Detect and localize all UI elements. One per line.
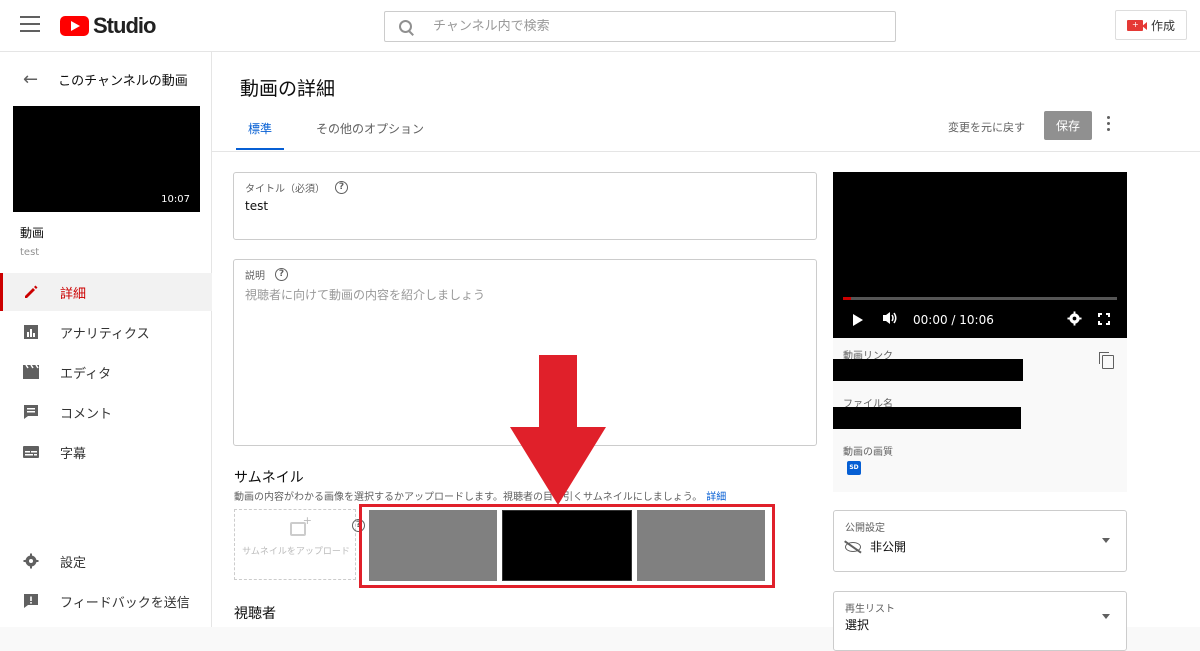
page-title: 動画の詳細 <box>240 78 336 100</box>
studio-logo[interactable]: Studio <box>60 13 156 39</box>
visibility-select[interactable]: 公開設定 非公開 <box>833 510 1127 572</box>
progress-bar[interactable] <box>843 297 1117 300</box>
analytics-icon <box>22 323 40 341</box>
feedback-icon <box>22 592 40 610</box>
comment-icon <box>22 403 40 421</box>
upload-thumbnail-label: サムネイルをアップロード <box>242 547 350 557</box>
copy-icon[interactable] <box>1099 352 1114 369</box>
sidebar-item-label: アナリティクス <box>60 326 150 342</box>
progress-fill <box>843 297 852 300</box>
tab-standard[interactable]: 標準 <box>236 120 285 150</box>
video-duration: 10:07 <box>161 194 190 205</box>
add-photo-icon <box>290 514 312 536</box>
sidebar-item-details[interactable]: 詳細 <box>0 273 212 311</box>
gear-icon <box>22 552 40 570</box>
help-icon[interactable]: ? <box>275 268 288 281</box>
top-bar: Studio + 作成 <box>0 0 1200 52</box>
sidebar-item-analytics[interactable]: アナリティクス <box>0 313 212 351</box>
playlist-value: 選択 <box>845 618 870 632</box>
gear-icon[interactable] <box>1067 311 1082 330</box>
main-content: 動画の詳細 標準 その他のオプション 変更を元に戻す 保存 タイトル（必須） ?… <box>212 52 1200 651</box>
video-preview-player[interactable]: 00:00 / 10:06 <box>833 172 1127 338</box>
thumbnail-description: 動画の内容がわかる画像を選択するかアップロードします。視聴者の目を引くサムネイル… <box>234 492 727 503</box>
sidebar-item-label: 詳細 <box>60 286 87 302</box>
annotation-highlight-box <box>359 504 775 588</box>
annotation-arrow-icon <box>510 355 606 505</box>
playlist-select[interactable]: 再生リスト 選択 <box>833 591 1127 651</box>
sidebar-item-label: コメント <box>60 406 113 422</box>
sidebar-item-label: エディタ <box>60 366 112 382</box>
upload-thumbnail-button[interactable]: サムネイルをアップロード <box>234 509 356 580</box>
chevron-down-icon <box>1102 614 1110 619</box>
playlist-label: 再生リスト <box>845 604 895 615</box>
back-to-channel-videos[interactable]: ← このチャンネルの動画 <box>0 66 212 92</box>
sidebar-video-subtitle: test <box>20 247 40 258</box>
chevron-down-icon <box>1102 538 1110 543</box>
arrow-back-icon[interactable]: ← <box>23 69 38 90</box>
menu-icon[interactable] <box>20 16 40 34</box>
editor-icon <box>22 363 40 381</box>
sidebar-item-label: フィードバックを送信 <box>60 595 190 611</box>
fullscreen-icon[interactable] <box>1098 313 1110 325</box>
search-bar[interactable] <box>384 11 896 42</box>
video-info-panel: 動画リンク ファイル名 動画の画質 SD <box>833 338 1127 492</box>
visibility-value: 非公開 <box>870 540 907 554</box>
save-button[interactable]: 保存 <box>1044 111 1092 140</box>
visibility-label: 公開設定 <box>845 523 885 534</box>
redacted-video-link <box>833 359 1023 381</box>
play-icon[interactable] <box>853 314 863 326</box>
youtube-play-icon <box>60 16 89 36</box>
title-value[interactable]: test <box>245 199 268 213</box>
sd-quality-badge: SD <box>847 461 861 475</box>
eye-off-icon <box>845 541 861 552</box>
audience-heading: 視聴者 <box>234 606 276 622</box>
create-label: 作成 <box>1150 18 1175 33</box>
sidebar-item-subtitles[interactable]: 字幕 <box>0 433 212 471</box>
title-field-label: タイトル（必須） <box>245 184 325 195</box>
sidebar: ← このチャンネルの動画 10:07 動画 test 詳細 アナリティクス エデ… <box>0 52 212 627</box>
more-options-icon[interactable] <box>1105 116 1111 134</box>
sidebar-item-settings[interactable]: 設定 <box>0 542 212 580</box>
sidebar-video-title: 動画 <box>20 226 45 240</box>
pencil-icon <box>22 283 40 301</box>
logo-text: Studio <box>93 13 156 38</box>
video-quality-label: 動画の画質 <box>843 447 893 458</box>
details-link[interactable]: 詳細 <box>706 492 726 503</box>
volume-icon[interactable] <box>882 311 898 329</box>
back-label: このチャンネルの動画 <box>58 73 188 89</box>
help-icon[interactable]: ? <box>335 181 348 194</box>
sidebar-item-comments[interactable]: コメント <box>0 393 212 431</box>
create-button[interactable]: + 作成 <box>1115 10 1187 40</box>
playback-time: 00:00 / 10:06 <box>913 313 994 327</box>
search-input[interactable] <box>433 19 873 34</box>
title-field[interactable]: タイトル（必須） ? test <box>233 172 817 240</box>
tabs-divider <box>212 151 1200 152</box>
description-placeholder[interactable]: 視聴者に向けて動画の内容を紹介しましょう <box>245 286 485 303</box>
description-field-label: 説明 <box>245 271 265 282</box>
sidebar-item-label: 字幕 <box>60 446 87 462</box>
video-thumbnail[interactable]: 10:07 <box>13 106 200 212</box>
thumbnail-heading: サムネイル <box>234 470 304 486</box>
sidebar-item-editor[interactable]: エディタ <box>0 353 212 391</box>
undo-changes-button[interactable]: 変更を元に戻す <box>948 119 1025 135</box>
search-icon[interactable] <box>399 19 413 34</box>
video-camera-icon: + <box>1126 19 1147 31</box>
redacted-filename <box>833 407 1021 429</box>
sidebar-item-feedback[interactable]: フィードバックを送信 <box>0 582 212 620</box>
sidebar-item-label: 設定 <box>60 555 87 571</box>
tab-more-options[interactable]: その他のオプション <box>316 120 424 150</box>
subtitles-icon <box>22 443 40 461</box>
